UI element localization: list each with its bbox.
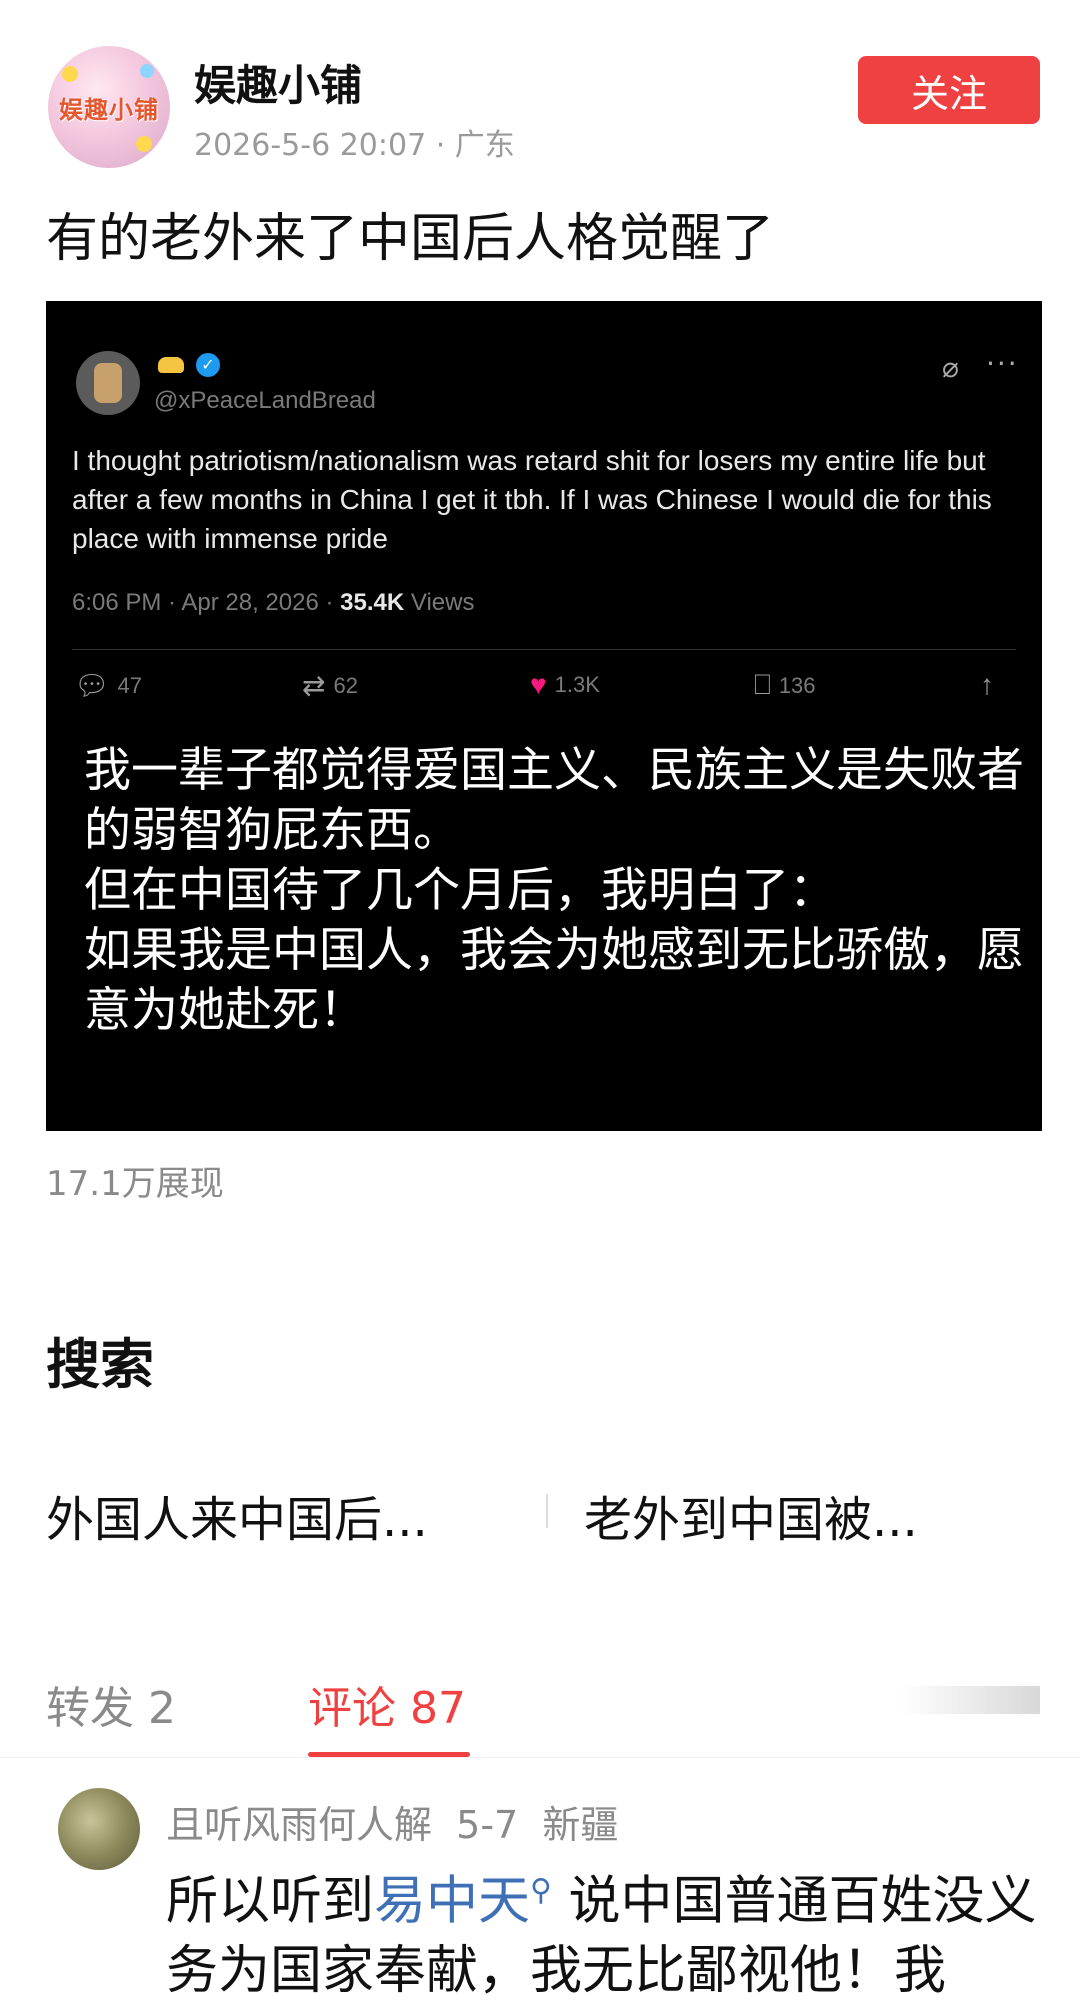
search-suggestion[interactable]: 外国人来中国后... (46, 1480, 428, 1550)
verified-badge-icon: ✓ (196, 353, 220, 377)
tweet-likes: ♥ 1.3K (530, 669, 600, 701)
comment-text-start: 所以听到 (166, 1871, 375, 1932)
tweet-screenshot-image[interactable]: ✓ @xPeaceLandBread ⌀ ··· I thought patri… (46, 301, 1042, 1131)
tweet-retweets: ⇄ 62 (302, 669, 358, 702)
author-name[interactable]: 娱趣小铺 (194, 52, 362, 113)
search-divider (546, 1494, 548, 1528)
tweet-time: 6:06 PM · Apr 28, 2026 · 35.4K Views (72, 589, 474, 617)
tweet-avatar (76, 351, 140, 415)
tab-repost[interactable]: 转发 2 (46, 1672, 176, 1736)
tweet-handle: @xPeaceLandBread (154, 387, 376, 414)
tweet-translation: 我一辈子都觉得爱国主义、民族主义是失败者的弱智狗屁东西。 但在中国待了几个月后，… (84, 743, 1024, 1038)
tab-scroll-fade (900, 1686, 1040, 1714)
author-avatar[interactable]: 娱趣小铺 (48, 46, 170, 168)
tweet-replies: 💬︎ 47 (74, 669, 142, 702)
tweet-views-label: Views (404, 589, 475, 616)
post-meta: 2026-5-6 20:07 · 广东 (194, 128, 515, 163)
post-views: 17.1万展现 (46, 1164, 224, 1204)
avatar-decoration (140, 64, 154, 78)
bookmark-icon: ⎕ (754, 669, 771, 700)
gold-badge-icon (158, 357, 184, 373)
likes-count: 1.3K (554, 672, 600, 697)
replies-count: 47 (117, 672, 143, 698)
more-icon: ··· (986, 347, 1019, 380)
comment-text: 所以听到易中天⚲ 说中国普通百姓没义务为国家奉献，我无比鄙视他！我 (166, 1856, 1046, 2006)
tabs-divider (0, 1757, 1080, 1758)
tweet-bookmarks: ⎕ 136 (754, 669, 816, 702)
search-icon: ⚲ (530, 1873, 553, 1908)
search-section-title: 搜索 (46, 1333, 154, 1396)
grok-icon: ⌀ (942, 351, 959, 384)
avatar-decoration (62, 66, 78, 82)
comment-meta[interactable]: 且听风雨何人解 5-7 新疆 (166, 1794, 618, 1849)
search-suggestion[interactable]: 老外到中国被... (584, 1480, 918, 1550)
comment-hashtag-link[interactable]: 易中天 (374, 1871, 530, 1931)
tweet-divider (72, 649, 1016, 650)
tweet-text: I thought patriotism/nationalism was ret… (72, 445, 992, 554)
commenter-avatar[interactable] (58, 1788, 140, 1870)
heart-icon: ♥ (530, 669, 547, 700)
retweets-count: 62 (333, 672, 358, 698)
avatar-logo-text: 娱趣小铺 (59, 95, 159, 124)
tab-comments[interactable]: 评论 87 (308, 1672, 466, 1736)
tweet-time-text: 6:06 PM · Apr 28, 2026 · (72, 589, 341, 616)
post-header: 娱趣小铺 娱趣小铺 2026-5-6 20:07 · 广东 关注 (0, 0, 1080, 170)
reply-icon: 💬︎ (74, 670, 110, 701)
share-icon: ↑ (980, 669, 994, 700)
post-title: 有的老外来了中国后人格觉醒了 (46, 209, 775, 269)
bookmarks-count: 136 (778, 672, 816, 698)
follow-button[interactable]: 关注 (858, 56, 1040, 124)
tweet-share: ↑ (980, 669, 994, 701)
avatar-decoration (136, 136, 152, 152)
retweet-icon: ⇄ (302, 670, 326, 701)
tweet-views-count: 35.4K (340, 589, 405, 616)
